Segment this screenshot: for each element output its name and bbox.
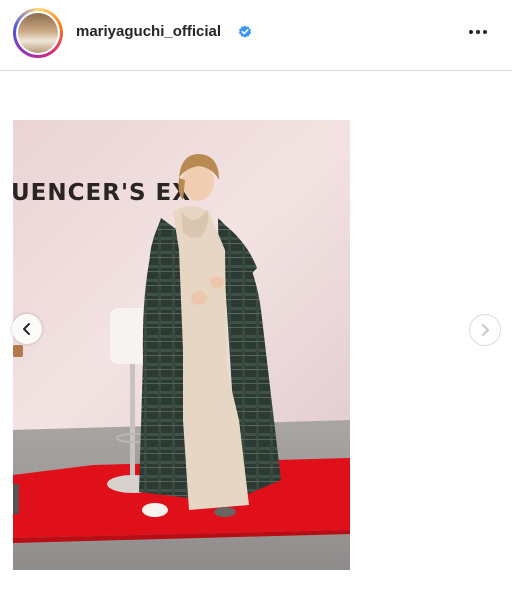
next-photo-button[interactable] — [469, 314, 501, 346]
more-options-icon[interactable] — [464, 22, 492, 42]
backdrop-text: UENCER'S EX — [13, 180, 191, 206]
verified-badge-icon — [239, 25, 251, 38]
post-photo[interactable]: UENCER'S EX — [13, 120, 350, 570]
prev-photo-button[interactable] — [12, 314, 42, 344]
avatar-image — [18, 13, 58, 53]
chevron-left-icon — [23, 323, 30, 335]
chevron-right-icon — [482, 324, 489, 336]
avatar[interactable] — [13, 8, 63, 58]
post-header: mariyaguchi_official — [0, 0, 512, 71]
photo-illustration: UENCER'S EX — [13, 120, 350, 570]
username-link[interactable]: mariyaguchi_official — [76, 23, 221, 40]
